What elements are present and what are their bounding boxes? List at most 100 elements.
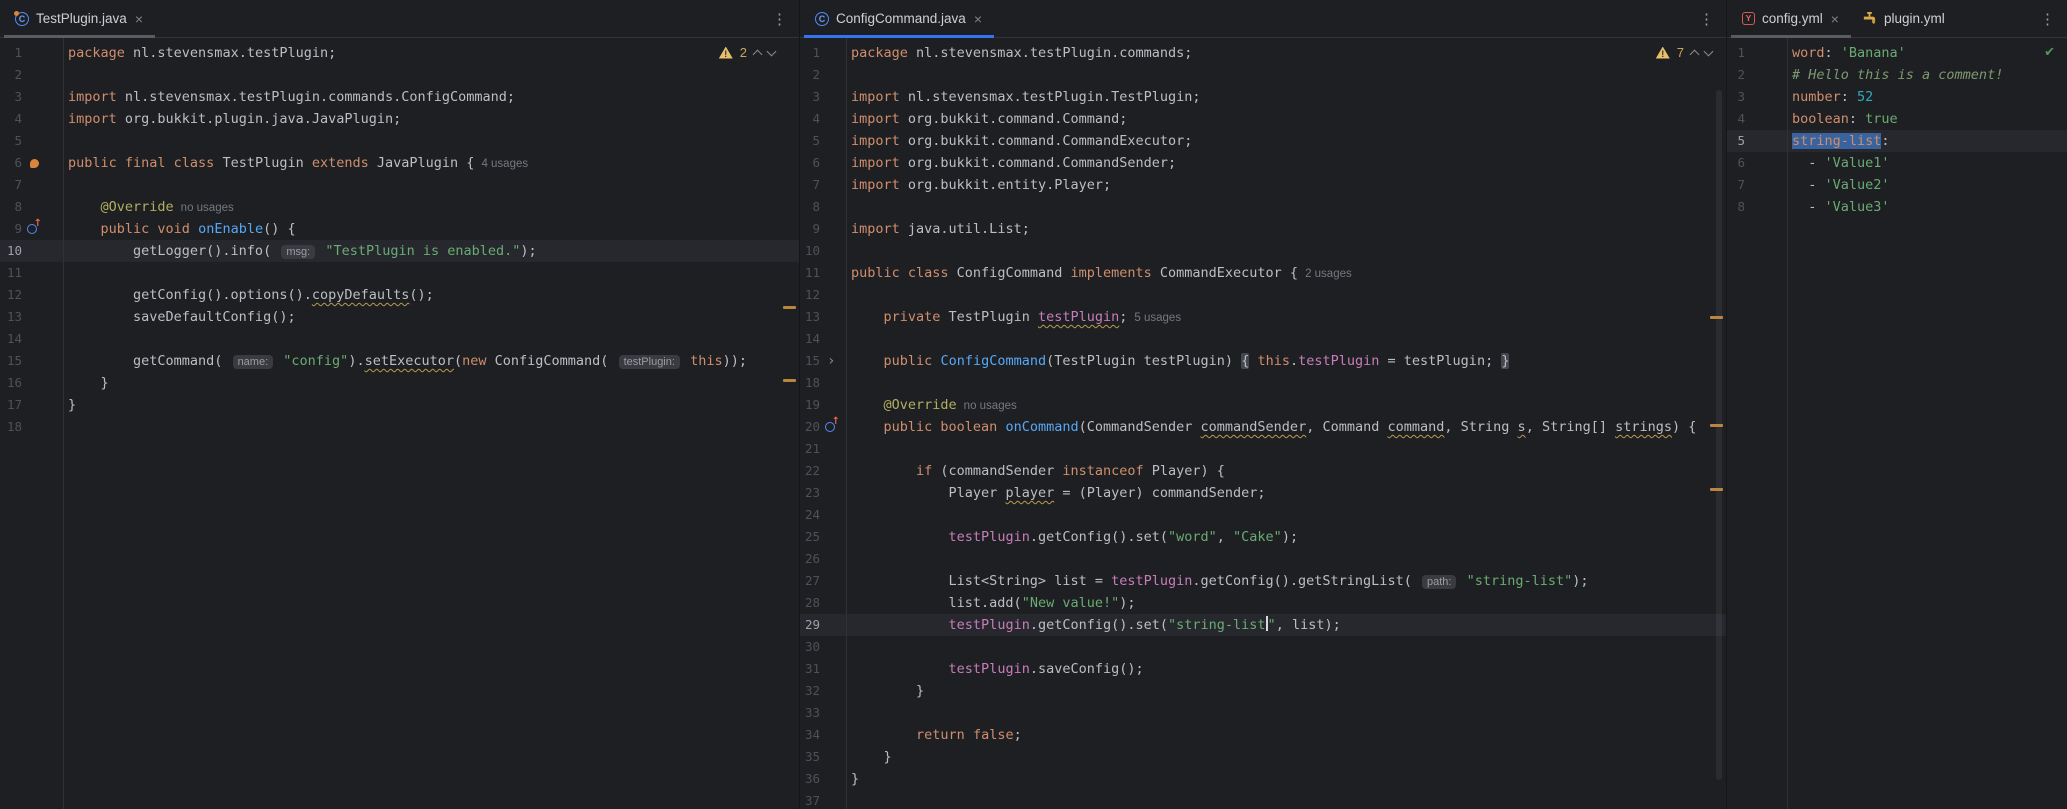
code-line[interactable]: 15 getCommand( name: "config").setExecut… — [0, 350, 799, 372]
code-text[interactable]: } — [63, 372, 109, 394]
line-number[interactable]: 11 — [800, 262, 820, 284]
code-line[interactable]: 17} — [0, 394, 799, 416]
plugin-main-class-icon[interactable] — [30, 159, 39, 168]
line-number[interactable]: 2 — [1727, 64, 1745, 86]
line-number[interactable]: 34 — [800, 724, 820, 746]
code-text[interactable]: - 'Value3' — [1787, 196, 1890, 218]
code-text[interactable]: List<String> list = testPlugin.getConfig… — [846, 570, 1589, 592]
close-icon[interactable]: × — [973, 12, 983, 26]
line-number[interactable]: 23 — [800, 482, 820, 504]
code-line[interactable]: 18 — [800, 372, 1726, 394]
overriding-method-icon[interactable]: ↑ — [825, 421, 837, 433]
code-line[interactable]: 36} — [800, 768, 1726, 790]
code-text[interactable]: private TestPlugin testPlugin;5 usages — [846, 306, 1181, 328]
line-number[interactable]: 29 — [800, 614, 820, 636]
overriding-method-icon[interactable]: ↑ — [27, 223, 39, 235]
code-text[interactable]: package nl.stevensmax.testPlugin; — [63, 42, 336, 64]
code-line[interactable]: 24 — [800, 504, 1726, 526]
line-number[interactable]: 10 — [800, 240, 820, 262]
line-number[interactable]: 8 — [0, 196, 22, 218]
code-line[interactable]: 4 boolean: true — [1727, 108, 2067, 130]
line-number[interactable]: 8 — [1727, 196, 1745, 218]
line-number[interactable]: 31 — [800, 658, 820, 680]
code-text[interactable]: saveDefaultConfig(); — [63, 306, 296, 328]
line-number[interactable]: 14 — [800, 328, 820, 350]
code-line[interactable]: 8 @Overrideno usages — [0, 196, 799, 218]
code-line[interactable]: 3 import nl.stevensmax.testPlugin.command… — [0, 86, 799, 108]
code-line[interactable]: 29 testPlugin.getConfig().set("string-li… — [800, 614, 1726, 636]
tab-configcommand-java[interactable]: CConfigCommand.java× — [804, 0, 994, 37]
code-line[interactable]: 13 private TestPlugin testPlugin;5 usage… — [800, 306, 1726, 328]
code-line[interactable]: 25 testPlugin.getConfig().set("word", "C… — [800, 526, 1726, 548]
more-icon[interactable]: ⋮ — [2028, 10, 2067, 28]
code-text[interactable]: import org.bukkit.plugin.java.JavaPlugin… — [63, 108, 401, 130]
code-line[interactable]: 19 @Overrideno usages — [800, 394, 1726, 416]
code-line[interactable]: 18 — [0, 416, 799, 438]
line-number[interactable]: 25 — [800, 526, 820, 548]
code-line[interactable]: 5string-list: — [1727, 130, 2067, 152]
line-number[interactable]: 7 — [800, 174, 820, 196]
code-line[interactable]: 35 } — [800, 746, 1726, 768]
line-number[interactable]: 15 — [0, 350, 22, 372]
line-number[interactable]: 24 — [800, 504, 820, 526]
line-number[interactable]: 3 — [1727, 86, 1745, 108]
code-text[interactable]: import nl.stevensmax.testPlugin.TestPlug… — [846, 86, 1201, 108]
warning-stripe-mark[interactable] — [1710, 488, 1723, 491]
next-problem-icon[interactable] — [1704, 47, 1714, 57]
code-text[interactable]: @Overrideno usages — [63, 196, 234, 218]
code-text[interactable]: import org.bukkit.command.CommandSender; — [846, 152, 1176, 174]
line-number[interactable]: 5 — [0, 130, 22, 152]
code-line[interactable]: 9import java.util.List; — [800, 218, 1726, 240]
warning-stripe-mark[interactable] — [783, 306, 796, 309]
line-number[interactable]: 3 — [0, 86, 22, 108]
code-text[interactable]: testPlugin.saveConfig(); — [846, 658, 1144, 680]
code-text[interactable]: - 'Value1' — [1787, 152, 1890, 174]
line-number[interactable]: 3 — [800, 86, 820, 108]
code-line[interactable]: 12 — [800, 284, 1726, 306]
line-number[interactable]: 4 — [1727, 108, 1745, 130]
line-number[interactable]: 33 — [800, 702, 820, 724]
code-text[interactable]: } — [846, 746, 892, 768]
code-line[interactable]: 31 testPlugin.saveConfig(); — [800, 658, 1726, 680]
code-line[interactable]: 7 - 'Value2' — [1727, 174, 2067, 196]
code-text[interactable]: import nl.stevensmax.testPlugin.commands… — [63, 86, 515, 108]
tab-plugin-yml[interactable]: plugin.yml — [1851, 0, 1956, 37]
line-number[interactable]: 6 — [1727, 152, 1745, 174]
code-text[interactable]: # Hello this is a comment! — [1787, 64, 2003, 86]
warning-stripe-mark[interactable] — [1710, 316, 1723, 319]
line-number[interactable]: 1 — [1727, 42, 1745, 64]
line-number[interactable]: 6 — [0, 152, 22, 174]
line-number[interactable]: 27 — [800, 570, 820, 592]
line-number[interactable]: 22 — [800, 460, 820, 482]
line-number[interactable]: 28 — [800, 592, 820, 614]
line-number[interactable]: 12 — [800, 284, 820, 306]
code-line[interactable]: 26 — [800, 548, 1726, 570]
line-number[interactable]: 1 — [800, 42, 820, 64]
prev-problem-icon[interactable] — [753, 50, 763, 60]
code-text[interactable]: public boolean onCommand(CommandSender c… — [846, 416, 1696, 438]
line-number[interactable]: 8 — [800, 196, 820, 218]
close-icon[interactable]: × — [134, 12, 144, 26]
code-line[interactable]: 7 — [0, 174, 799, 196]
code-line[interactable]: 5 — [0, 130, 799, 152]
code-text[interactable]: - 'Value2' — [1787, 174, 1890, 196]
code-line[interactable]: 13 saveDefaultConfig(); — [0, 306, 799, 328]
line-number[interactable]: 26 — [800, 548, 820, 570]
code-line[interactable]: 3number: 52 — [1727, 86, 2067, 108]
code-text[interactable]: public class ConfigCommand implements Co… — [846, 262, 1352, 284]
line-number[interactable]: 14 — [0, 328, 22, 350]
code-line[interactable]: 20↑ public boolean onCommand(CommandSend… — [800, 416, 1726, 438]
tab-config-yml[interactable]: Yconfig.yml× — [1731, 0, 1851, 37]
code-line[interactable]: 34 return false; — [800, 724, 1726, 746]
line-number[interactable]: 15 — [800, 350, 820, 372]
code-text[interactable]: if (commandSender instanceof Player) { — [846, 460, 1225, 482]
code-line[interactable]: 14 — [800, 328, 1726, 350]
code-line[interactable]: 16 } — [0, 372, 799, 394]
code-text[interactable]: boolean: true — [1787, 108, 1898, 130]
line-number[interactable]: 7 — [0, 174, 22, 196]
tab-testplugin-java[interactable]: CTestPlugin.java× — [4, 0, 155, 37]
line-number[interactable]: 37 — [800, 790, 820, 809]
code-line[interactable]: 2 # Hello this is a comment! — [1727, 64, 2067, 86]
code-text[interactable]: public final class TestPlugin extends Ja… — [63, 152, 528, 174]
inspections-widget[interactable]: 2 — [719, 45, 775, 60]
